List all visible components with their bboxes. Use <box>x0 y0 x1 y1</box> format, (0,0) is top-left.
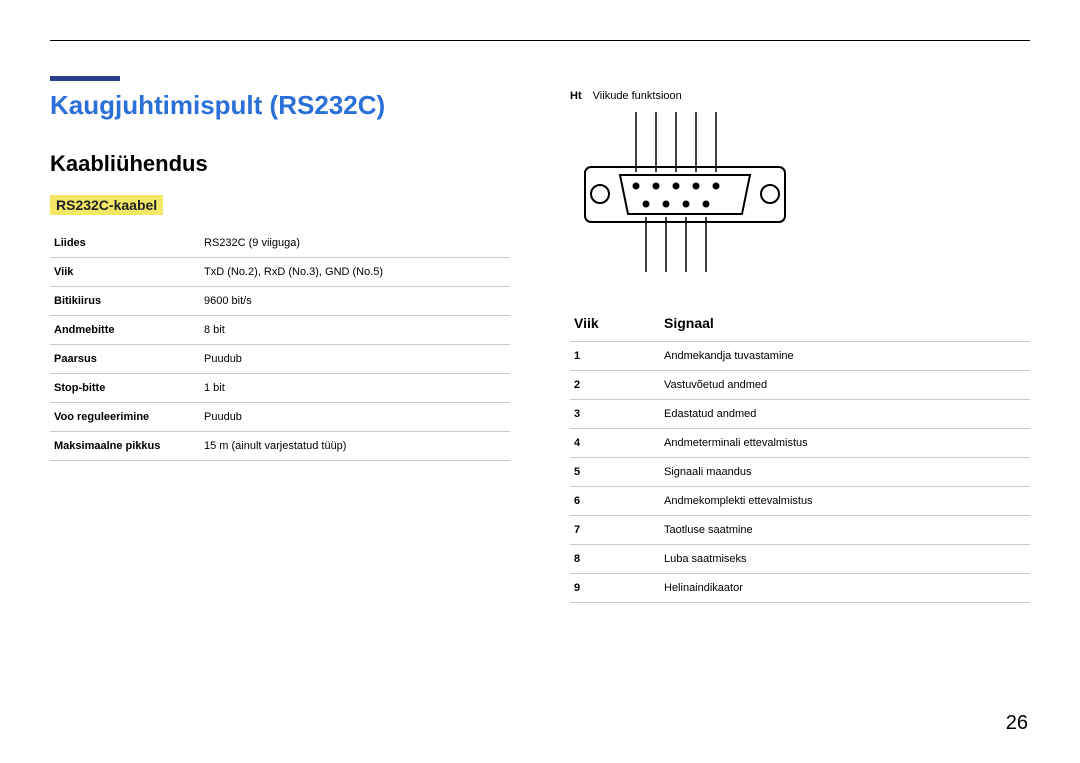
pin-row: 4Andmeterminali ettevalmistus <box>570 429 1030 458</box>
pin-row: 6Andmekomplekti ettevalmistus <box>570 487 1030 516</box>
pin-num: 1 <box>570 342 660 371</box>
spec-row: Andmebitte8 bit <box>50 316 510 345</box>
pin-signal: Luba saatmiseks <box>660 545 1030 574</box>
pin-row: 1Andmekandja tuvastamine <box>570 342 1030 371</box>
spec-key: Viik <box>50 258 200 287</box>
spec-row: PaarsusPuudub <box>50 345 510 374</box>
pin-signal-table: Viik Signaal 1Andmekandja tuvastamine 2V… <box>570 307 1030 603</box>
pin-signal: Andmekomplekti ettevalmistus <box>660 487 1030 516</box>
page-content: Kaugjuhtimispult (RS232C) Kaabliühendus … <box>50 90 1030 603</box>
pin-signal: Helinaindikaator <box>660 574 1030 603</box>
db9-connector-diagram <box>570 112 1030 277</box>
pin-num: 2 <box>570 371 660 400</box>
pin-num: 4 <box>570 429 660 458</box>
pin-num: 7 <box>570 516 660 545</box>
subsection-heading: RS232C-kaabel <box>50 195 163 215</box>
spec-row: LiidesRS232C (9 viiguga) <box>50 229 510 258</box>
spec-key: Liides <box>50 229 200 258</box>
spec-val: Puudub <box>200 345 510 374</box>
spec-key: Paarsus <box>50 345 200 374</box>
spec-val: TxD (No.2), RxD (No.3), GND (No.5) <box>200 258 510 287</box>
pin-col-header: Viik <box>570 307 660 342</box>
spec-row: Voo reguleeriminePuudub <box>50 403 510 432</box>
pin-function-note: Ht Viikude funktsioon <box>570 90 1030 102</box>
pin-signal: Signaali maandus <box>660 458 1030 487</box>
pin-row: 5Signaali maandus <box>570 458 1030 487</box>
spec-row: Maksimaalne pikkus15 m (ainult varjestat… <box>50 432 510 461</box>
pin-signal: Andmeterminali ettevalmistus <box>660 429 1030 458</box>
spec-key: Bitikiirus <box>50 287 200 316</box>
spec-val: Puudub <box>200 403 510 432</box>
spec-val: 9600 bit/s <box>200 287 510 316</box>
right-column: Ht Viikude funktsioon <box>570 90 1030 603</box>
signal-col-header: Signaal <box>660 307 1030 342</box>
top-accent-bar <box>50 76 120 81</box>
pin-note-text: Viikude funktsioon <box>593 90 682 102</box>
pin-row: 9Helinaindikaator <box>570 574 1030 603</box>
pin-signal: Edastatud andmed <box>660 400 1030 429</box>
spec-val: 8 bit <box>200 316 510 345</box>
pin-signal: Vastuvõetud andmed <box>660 371 1030 400</box>
section-heading: Kaabliühendus <box>50 151 510 177</box>
pin-row: 8Luba saatmiseks <box>570 545 1030 574</box>
spec-key: Maksimaalne pikkus <box>50 432 200 461</box>
pin-num: 6 <box>570 487 660 516</box>
page-number: 26 <box>1006 712 1028 735</box>
spec-row: ViikTxD (No.2), RxD (No.3), GND (No.5) <box>50 258 510 287</box>
spec-val: RS232C (9 viiguga) <box>200 229 510 258</box>
pin-row: 7Taotluse saatmine <box>570 516 1030 545</box>
spec-table: LiidesRS232C (9 viiguga) ViikTxD (No.2),… <box>50 229 510 461</box>
spec-key: Andmebitte <box>50 316 200 345</box>
pin-signal: Andmekandja tuvastamine <box>660 342 1030 371</box>
pin-note-prefix: Ht <box>570 90 582 102</box>
spec-key: Voo reguleerimine <box>50 403 200 432</box>
spec-val: 1 bit <box>200 374 510 403</box>
page-title: Kaugjuhtimispult (RS232C) <box>50 90 510 121</box>
spec-row: Stop-bitte1 bit <box>50 374 510 403</box>
left-column: Kaugjuhtimispult (RS232C) Kaabliühendus … <box>50 90 510 603</box>
spec-key: Stop-bitte <box>50 374 200 403</box>
spec-val: 15 m (ainult varjestatud tüüp) <box>200 432 510 461</box>
pin-num: 3 <box>570 400 660 429</box>
pin-row: 2Vastuvõetud andmed <box>570 371 1030 400</box>
pin-signal: Taotluse saatmine <box>660 516 1030 545</box>
pin-num: 8 <box>570 545 660 574</box>
spec-row: Bitikiirus9600 bit/s <box>50 287 510 316</box>
pin-row: 3Edastatud andmed <box>570 400 1030 429</box>
pin-num: 5 <box>570 458 660 487</box>
top-rule <box>50 40 1030 41</box>
pin-num: 9 <box>570 574 660 603</box>
